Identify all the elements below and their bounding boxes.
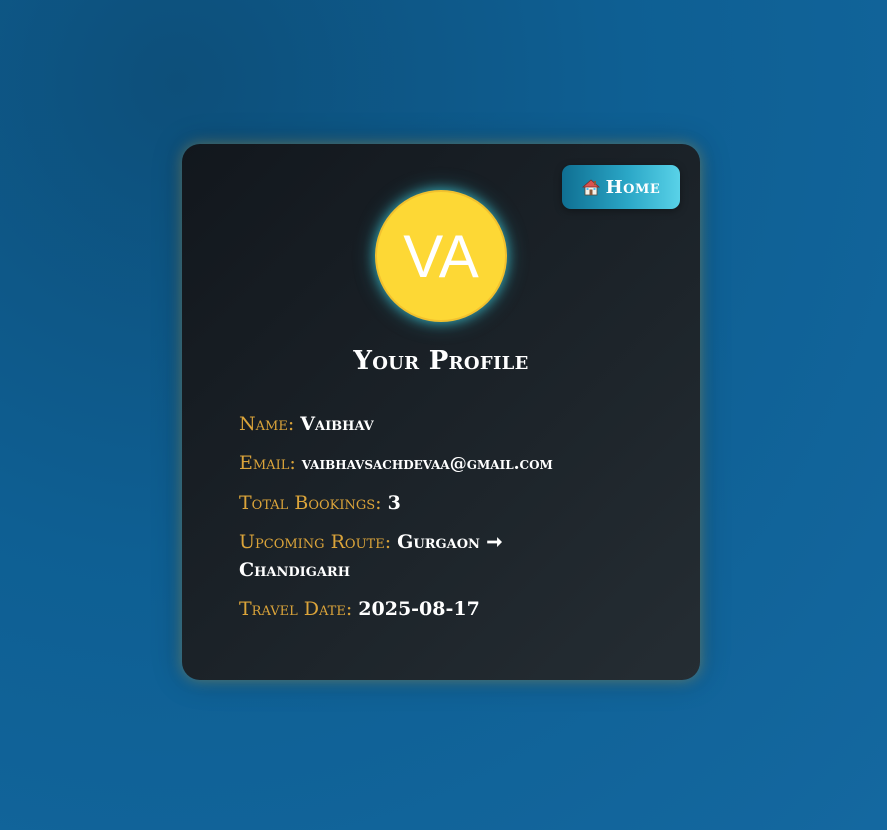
- home-button-label: Home: [605, 176, 661, 198]
- profile-details: Name: Vaibhav Email: vaibhavsachdevaa@gm…: [239, 410, 659, 634]
- upcoming-route-row: Upcoming Route: Gurgaon ➞ Chandigarh: [239, 528, 569, 584]
- email-row: Email: vaibhavsachdevaa@gmail.com: [239, 449, 659, 478]
- upcoming-route-label: Upcoming Route:: [239, 531, 392, 553]
- home-button[interactable]: Home: [562, 165, 680, 209]
- name-label: Name:: [239, 413, 295, 435]
- page-title: Your Profile: [353, 346, 529, 376]
- travel-date-label: Travel Date:: [239, 598, 353, 620]
- travel-date-value: 2025-08-17: [358, 598, 480, 620]
- name-row: Name: Vaibhav: [239, 410, 659, 438]
- profile-card: Home VA Your Profile Name: Vaibhav Email…: [182, 144, 700, 680]
- total-bookings-value: 3: [387, 492, 401, 514]
- email-value: vaibhavsachdevaa@gmail.com: [301, 454, 553, 474]
- avatar-initials: VA: [403, 223, 479, 290]
- avatar: VA: [375, 190, 507, 322]
- house-icon: [581, 178, 600, 196]
- total-bookings-label: Total Bookings:: [239, 492, 382, 514]
- email-label: Email:: [239, 452, 296, 474]
- name-value: Vaibhav: [300, 413, 374, 435]
- total-bookings-row: Total Bookings: 3: [239, 489, 659, 517]
- travel-date-row: Travel Date: 2025-08-17: [239, 595, 659, 623]
